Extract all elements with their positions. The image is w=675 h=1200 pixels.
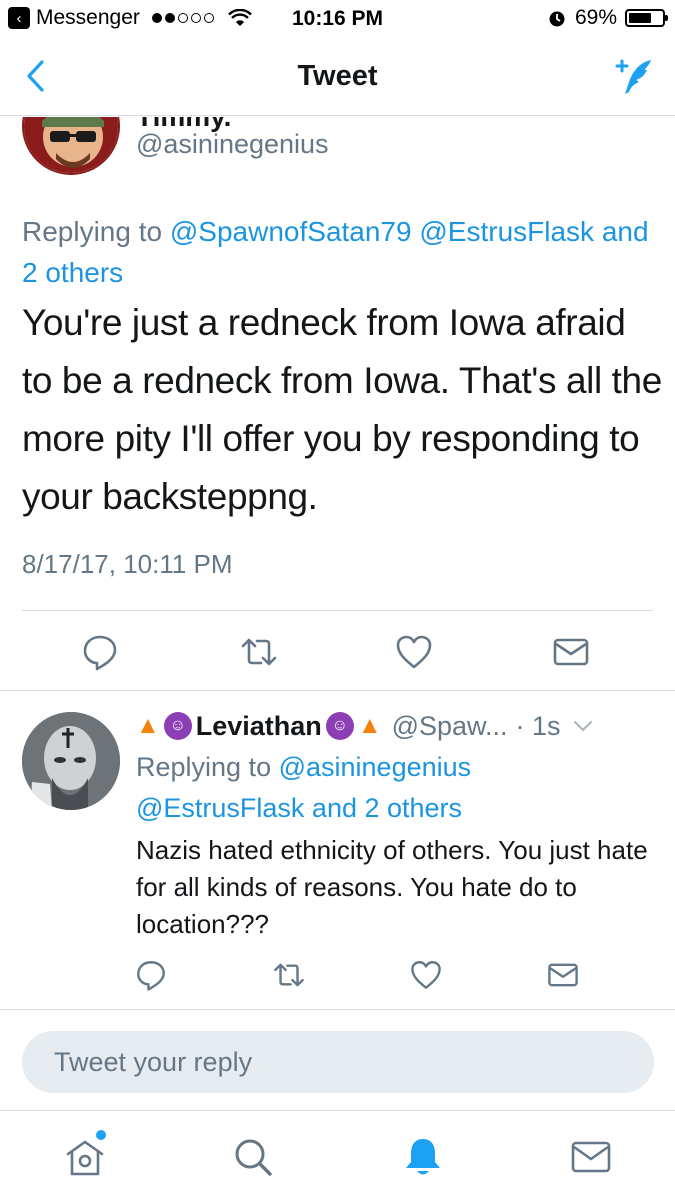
battery-icon xyxy=(625,9,668,27)
status-bar: ‹ Messenger 10:16 PM 69% xyxy=(0,0,675,38)
author-handle[interactable]: @asininegenius xyxy=(136,129,329,160)
replying-prefix: Replying to xyxy=(22,216,170,247)
tweet-timestamp: 8/17/17, 10:11 PM xyxy=(22,549,233,579)
battery-percent: 69% xyxy=(574,6,617,29)
author-name[interactable]: Leviathan xyxy=(196,711,322,742)
tweet-actions xyxy=(0,958,675,992)
reply-input[interactable] xyxy=(22,1031,654,1093)
fire-icon: ▲ xyxy=(357,712,382,739)
mention-link[interactable]: @asininegenius xyxy=(279,752,472,782)
notification-dot xyxy=(96,1130,106,1140)
avatar[interactable] xyxy=(22,712,120,810)
reply-composer[interactable] xyxy=(22,1031,654,1093)
tweet-text: You're just a redneck from Iowa afraid t… xyxy=(22,302,662,517)
compose-tweet-icon[interactable] xyxy=(611,54,657,100)
page-title: Tweet xyxy=(297,60,378,92)
replying-to: Replying to @asininegenius @EstrusFlask a… xyxy=(136,747,656,829)
retweet-icon[interactable] xyxy=(239,632,279,672)
reply-icon[interactable] xyxy=(80,632,120,672)
envelope-icon[interactable] xyxy=(546,958,580,992)
author-handle[interactable]: @Spaw... xyxy=(392,711,508,742)
tab-bar xyxy=(0,1110,675,1200)
devil-icon: ☺ xyxy=(163,712,192,740)
battery-level xyxy=(629,13,652,23)
mention-link[interactable]: @EstrusFlask and 2 others xyxy=(136,793,462,823)
tweet-time: · 1s xyxy=(515,710,561,741)
envelope-icon[interactable] xyxy=(551,632,591,672)
reply-icon[interactable] xyxy=(134,958,168,992)
devil-icon: ☺ xyxy=(325,712,354,740)
mention-link[interactable]: @SpawnofSatan79 xyxy=(170,216,412,247)
envelope-icon[interactable] xyxy=(568,1134,614,1180)
home-icon[interactable] xyxy=(62,1134,108,1180)
divider xyxy=(22,610,653,611)
replying-prefix: Replying to xyxy=(136,752,279,782)
avatar[interactable] xyxy=(22,117,120,175)
divider xyxy=(0,1009,675,1010)
chevron-down-icon[interactable] xyxy=(573,719,593,733)
heart-icon[interactable] xyxy=(409,958,443,992)
search-icon[interactable] xyxy=(230,1134,276,1180)
replying-to: Replying to @SpawnofSatan79 @EstrusFlask… xyxy=(22,211,662,293)
reply-header: ▲ ☺ Leviathan ☺ ▲ @Spaw... · 1s xyxy=(136,706,666,746)
heart-icon[interactable] xyxy=(394,632,434,672)
reply-tweet[interactable]: ▲ ☺ Leviathan ☺ ▲ @Spaw... · 1s Replying… xyxy=(0,692,675,1010)
mention-link[interactable]: @EstrusFlask xyxy=(419,216,594,247)
tweet-actions xyxy=(0,632,675,676)
nav-bar: Tweet xyxy=(0,38,675,116)
status-right: 69% xyxy=(547,6,668,30)
fire-icon: ▲ xyxy=(136,712,160,739)
divider xyxy=(0,690,675,691)
main-tweet: Timmy. @asininegenius Replying to @Spawn… xyxy=(0,117,675,692)
retweet-icon[interactable] xyxy=(272,958,306,992)
bell-icon[interactable] xyxy=(400,1134,446,1180)
tweet-text: Nazis hated ethnicity of others. You jus… xyxy=(136,835,648,939)
alarm-icon xyxy=(549,11,565,27)
divider xyxy=(0,1110,675,1111)
